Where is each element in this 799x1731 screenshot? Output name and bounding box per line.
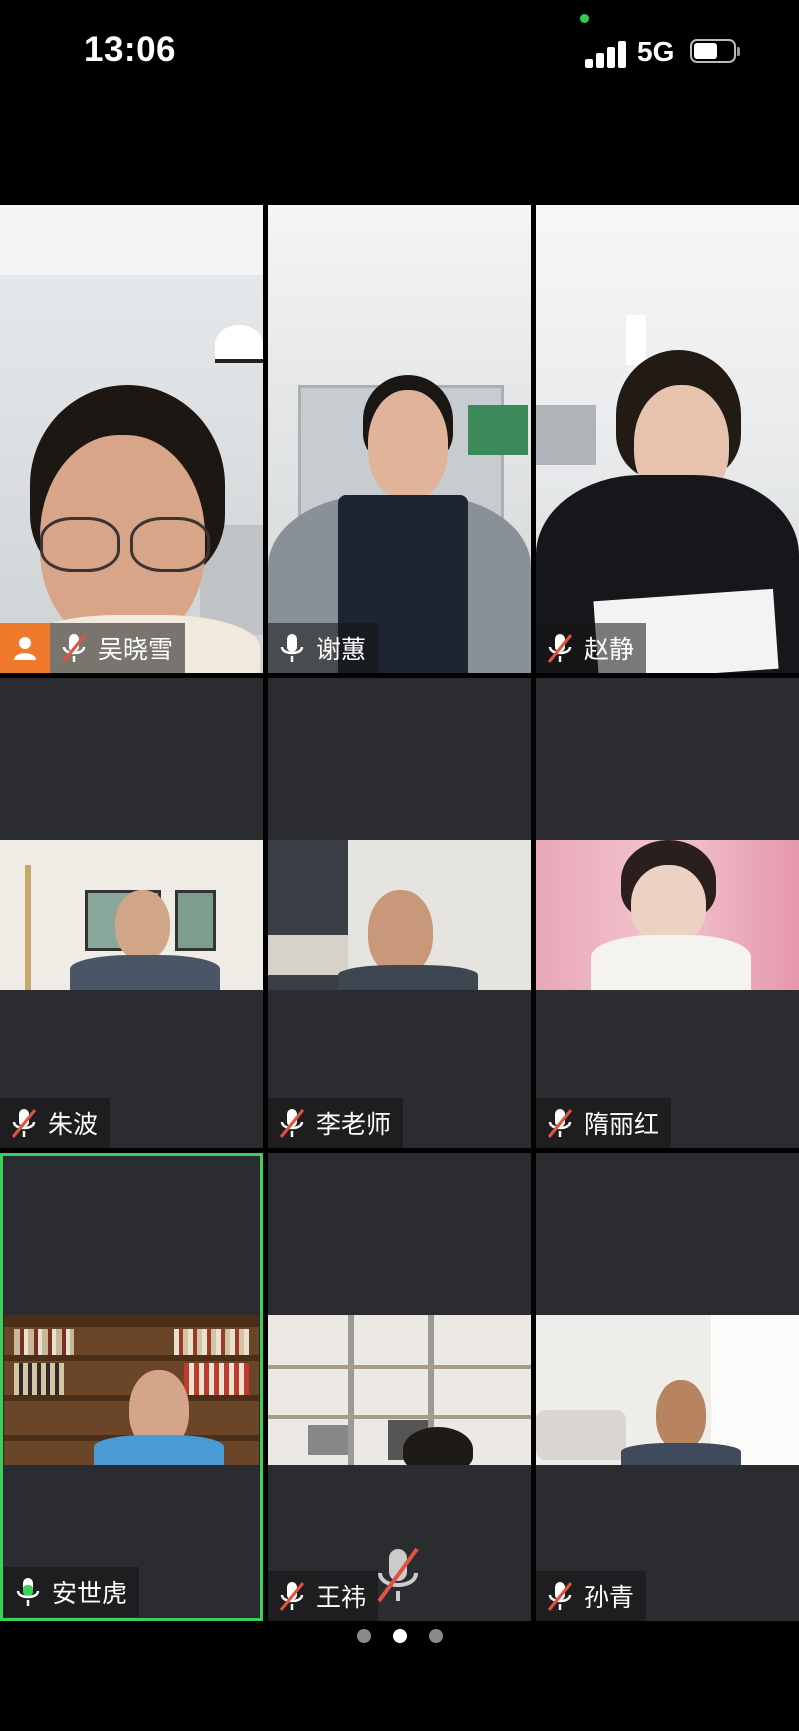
- page-indicator[interactable]: [0, 1629, 799, 1649]
- participant-name: 王祎: [316, 1584, 367, 1612]
- participant-video: [268, 840, 531, 990]
- participant-name-tag: 吴晓雪: [50, 623, 186, 673]
- microphone-off-icon: [547, 1109, 573, 1138]
- participant-name: 吴晓雪: [98, 636, 174, 664]
- microphone-off-icon: [377, 1547, 419, 1603]
- participant-name: 朱波: [48, 1111, 99, 1139]
- microphone-off-icon: [61, 634, 87, 663]
- microphone-icon: [280, 634, 304, 662]
- participant-tile[interactable]: 隋丽红: [536, 678, 799, 1148]
- participant-name-tag: 隋丽红: [536, 1098, 672, 1148]
- participant-name-tag: 李老师: [268, 1098, 404, 1148]
- participant-tile[interactable]: 孙青: [536, 1153, 799, 1621]
- participant-name: 赵静: [584, 636, 635, 664]
- participant-name: 孙青: [584, 1584, 635, 1612]
- participant-name: 谢蕙: [316, 636, 367, 664]
- participant-name-tag: 王祎: [268, 1571, 379, 1621]
- participant-video: [4, 1315, 259, 1465]
- participant-tile[interactable]: 吴晓雪: [0, 205, 263, 673]
- participant-tile-active-speaker[interactable]: 安世虎: [0, 1153, 263, 1621]
- participant-tile[interactable]: 赵静: [536, 205, 799, 673]
- video-grid: 吴晓雪 谢蕙 赵静 朱波 李老师 隋丽红 安世虎 王祎 孙青: [0, 205, 799, 1621]
- person-icon: [14, 637, 36, 660]
- mute-toggle-button[interactable]: [373, 1545, 423, 1605]
- participant-video: [536, 840, 799, 990]
- participant-video: [268, 205, 531, 673]
- status-bar: 13:06 5G: [0, 0, 799, 110]
- microphone-off-icon: [547, 634, 573, 663]
- participant-name-tag: 朱波: [0, 1098, 111, 1148]
- participant-video: [268, 1315, 531, 1465]
- participant-video: [536, 1315, 799, 1465]
- page-dot[interactable]: [428, 1629, 443, 1643]
- participant-video: [0, 205, 263, 673]
- participant-tile[interactable]: 李老师: [268, 678, 531, 1148]
- microphone-off-icon: [547, 1582, 573, 1611]
- participant-video: [536, 205, 799, 673]
- participant-name: 隋丽红: [584, 1111, 660, 1139]
- camera-indicator-dot: [580, 14, 589, 23]
- participant-name-tag: 孙青: [536, 1571, 647, 1621]
- participant-name-tag: 赵静: [536, 623, 647, 673]
- participant-tile[interactable]: 朱波: [0, 678, 263, 1148]
- participant-name: 安世虎: [52, 1580, 128, 1608]
- battery-icon: [690, 39, 740, 65]
- cellular-signal-icon: [585, 40, 627, 68]
- page-dot[interactable]: [392, 1629, 407, 1643]
- microphone-off-icon: [279, 1109, 305, 1138]
- host-badge: [0, 623, 50, 673]
- clock: 13:06: [84, 30, 177, 69]
- page-dot[interactable]: [356, 1629, 371, 1643]
- microphone-off-icon: [279, 1582, 305, 1611]
- network-type: 5G: [637, 36, 675, 67]
- participant-name: 李老师: [316, 1111, 392, 1139]
- participant-name-tag: 安世虎: [4, 1567, 140, 1617]
- microphone-speaking-icon: [16, 1578, 40, 1606]
- participant-video: [0, 840, 263, 990]
- participant-name-tag: 谢蕙: [268, 623, 379, 673]
- microphone-off-icon: [11, 1109, 37, 1138]
- participant-tile[interactable]: 谢蕙: [268, 205, 531, 673]
